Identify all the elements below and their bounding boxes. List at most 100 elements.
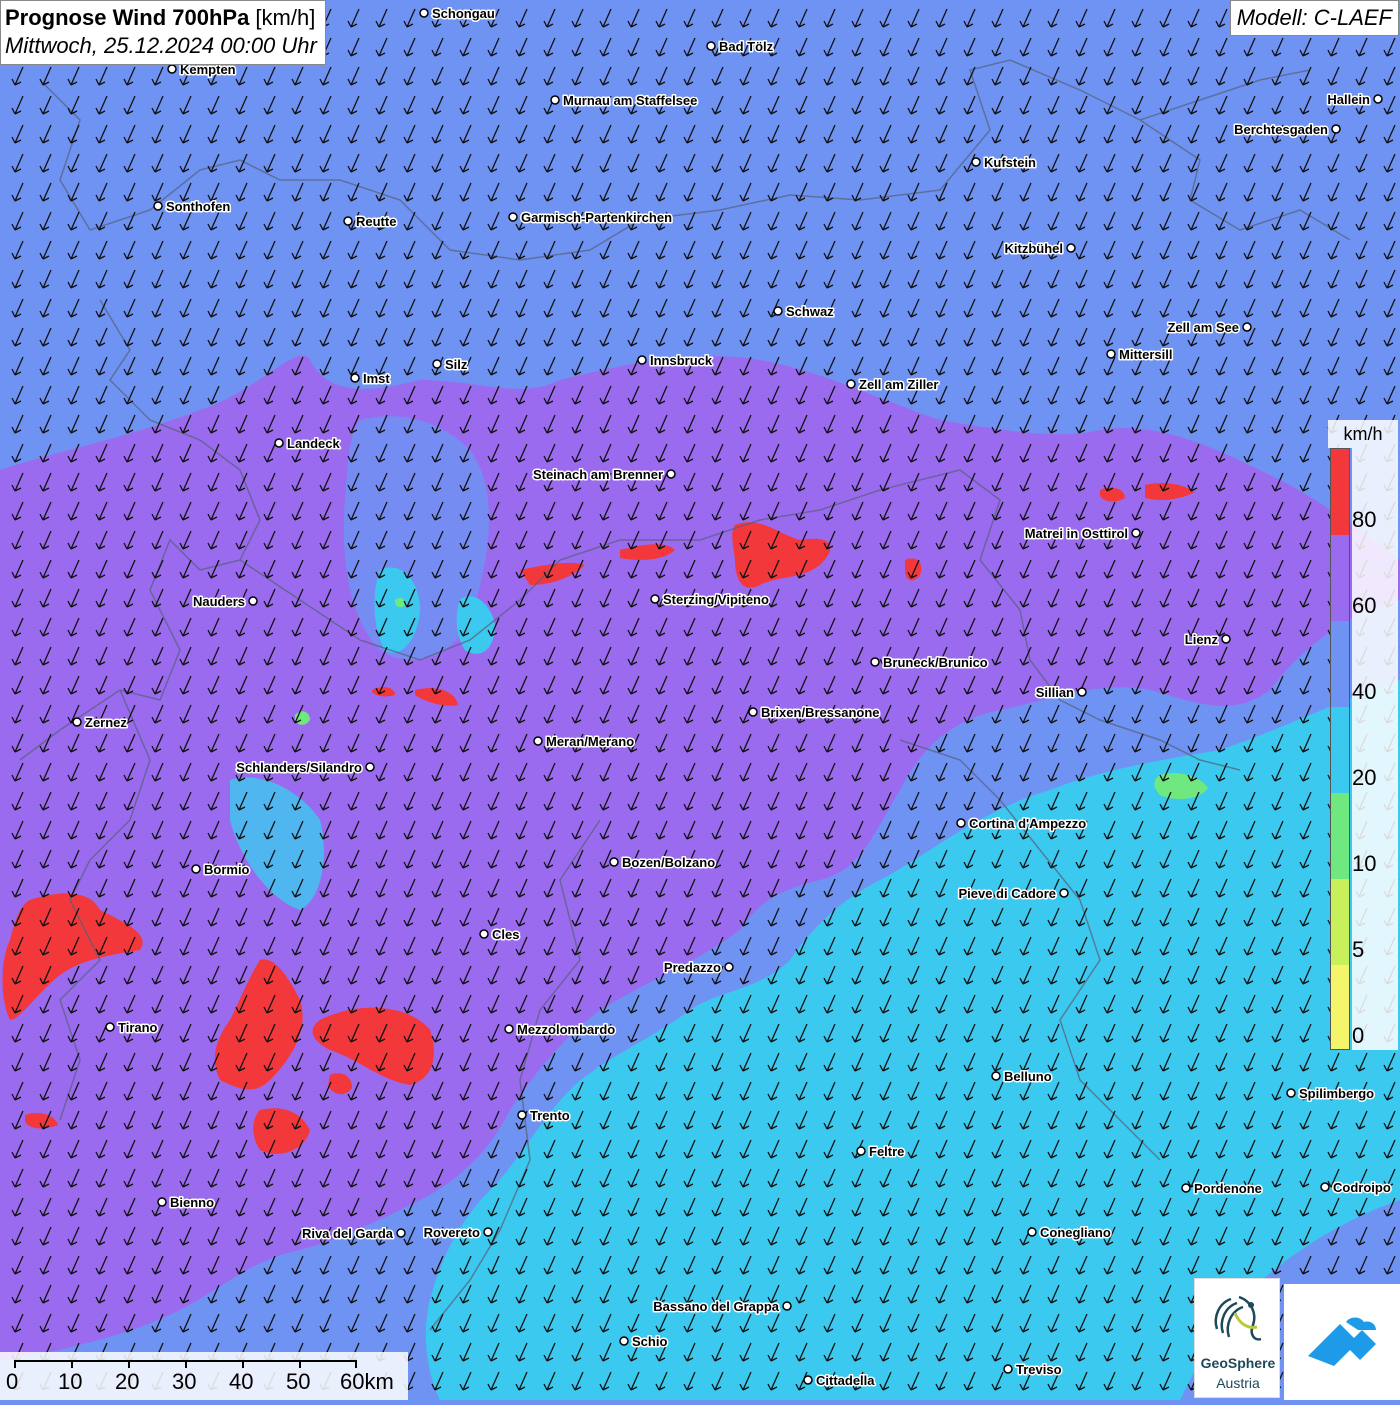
scale-tick <box>128 1360 130 1368</box>
city-label: Mittersill <box>1119 347 1172 362</box>
city-label: Tirano <box>118 1020 158 1035</box>
city-label: Bienno <box>170 1195 214 1210</box>
geosphere-icon <box>1214 1295 1262 1341</box>
city-label: Zell am See <box>1167 320 1239 335</box>
scale-tick <box>242 1360 244 1368</box>
legend-seg-5 <box>1331 879 1349 965</box>
city-marker <box>971 157 981 167</box>
legend-colorbar <box>1330 448 1350 1050</box>
title: Prognose Wind 700hPa [km/h] <box>5 4 317 32</box>
city-marker <box>479 929 489 939</box>
forecast-datetime: Mittwoch, 25.12.2024 00:00 Uhr <box>5 33 317 58</box>
legend-tick: 10 <box>1352 851 1377 876</box>
scale-label: 20 <box>115 1369 140 1394</box>
city-marker <box>483 1227 493 1237</box>
city-marker <box>1221 634 1231 644</box>
city-label: Sterzing/Vipiteno <box>663 592 769 607</box>
city-marker <box>724 962 734 972</box>
geosphere-country: Austria <box>1216 1375 1260 1391</box>
city-marker <box>619 1336 629 1346</box>
city-marker <box>550 95 560 105</box>
city-label: Feltre <box>869 1144 904 1159</box>
city-marker <box>157 1197 167 1207</box>
city-marker <box>432 359 442 369</box>
city-label: Sillian <box>1036 685 1074 700</box>
city-label: Innsbruck <box>650 353 713 368</box>
model-label: Modell: C-LAEF <box>1229 0 1399 36</box>
scale-label: 10 <box>58 1369 83 1394</box>
legend-seg-0 <box>1331 965 1349 1049</box>
city-marker <box>1131 528 1141 538</box>
city-label: Cles <box>492 927 519 942</box>
city-marker <box>508 212 518 222</box>
city-label: Schlanders/Silandro <box>236 760 362 775</box>
city-label: Steinach am Brenner <box>533 467 663 482</box>
legend-tick: 5 <box>1352 937 1365 962</box>
city-label: Zell am Ziller <box>859 377 938 392</box>
city-label: Silz <box>445 357 468 372</box>
city-marker <box>167 64 177 74</box>
city-marker <box>1106 349 1116 359</box>
city-label: Cittadella <box>816 1373 875 1388</box>
city-marker <box>517 1110 527 1120</box>
city-label: Schio <box>632 1334 667 1349</box>
scale-label: 60km <box>340 1369 394 1394</box>
city-marker <box>1077 687 1087 697</box>
city-label: Schongau <box>432 6 495 21</box>
city-label: Zernez <box>85 715 127 730</box>
city-marker <box>274 438 284 448</box>
city-label: Sonthofen <box>166 199 230 214</box>
city-marker <box>609 857 619 867</box>
legend-seg-40 <box>1331 621 1349 707</box>
legend-tick: 40 <box>1352 679 1377 704</box>
city-label: Murnau am Staffelsee <box>563 93 697 108</box>
city-label: Belluno <box>1004 1069 1052 1084</box>
city-marker <box>1027 1227 1037 1237</box>
city-label: Riva del Garda <box>302 1226 394 1241</box>
city-label: Kufstein <box>984 155 1036 170</box>
city-label: Meran/Merano <box>546 734 634 749</box>
city-marker <box>773 306 783 316</box>
title-box: Prognose Wind 700hPa [km/h] Mittwoch, 25… <box>0 0 326 65</box>
city-marker <box>870 657 880 667</box>
legend-unit: km/h <box>1328 420 1398 448</box>
city-marker <box>105 1022 115 1032</box>
city-label: Bassano del Grappa <box>653 1299 779 1314</box>
city-marker <box>1286 1088 1296 1098</box>
city-marker <box>637 355 647 365</box>
scale-tick <box>299 1360 301 1368</box>
city-marker <box>1320 1182 1330 1192</box>
legend-tick: 60 <box>1352 593 1377 618</box>
city-label: Kitzbühel <box>1005 241 1064 256</box>
wind-map: SchongauBad TölzKemptenMurnau am Staffel… <box>0 0 1400 1400</box>
city-marker <box>1003 1364 1013 1374</box>
geosphere-name: GeoSphere <box>1200 1355 1276 1371</box>
city-marker <box>504 1024 514 1034</box>
city-label: Landeck <box>287 436 341 451</box>
legend-tick: 0 <box>1352 1023 1365 1048</box>
city-label: Reutte <box>356 214 396 229</box>
scale-tick <box>355 1360 357 1368</box>
city-marker <box>153 201 163 211</box>
app-logo[interactable] <box>1284 1284 1400 1400</box>
scale-tick <box>71 1360 73 1368</box>
city-marker <box>991 1071 1001 1081</box>
city-label: Bormio <box>204 862 250 877</box>
city-label: Pieve di Cadore <box>958 886 1056 901</box>
city-marker <box>1059 888 1069 898</box>
city-marker <box>782 1301 792 1311</box>
scale-tick <box>14 1360 16 1368</box>
scale-tick <box>185 1360 187 1368</box>
city-label: Pordenone <box>1194 1181 1262 1196</box>
city-marker <box>1181 1183 1191 1193</box>
city-label: Codroipo <box>1333 1180 1391 1195</box>
scale-label: 30 <box>172 1369 197 1394</box>
geosphere-logo[interactable]: GeoSphere Austria <box>1194 1278 1280 1398</box>
scale-label: 50 <box>286 1369 311 1394</box>
city-marker <box>365 762 375 772</box>
city-marker <box>533 736 543 746</box>
legend-tick: 80 <box>1352 507 1377 532</box>
city-marker <box>666 469 676 479</box>
legend-seg-20 <box>1331 707 1349 793</box>
legend-labels: 80 60 40 20 10 5 0 <box>1352 448 1398 1050</box>
